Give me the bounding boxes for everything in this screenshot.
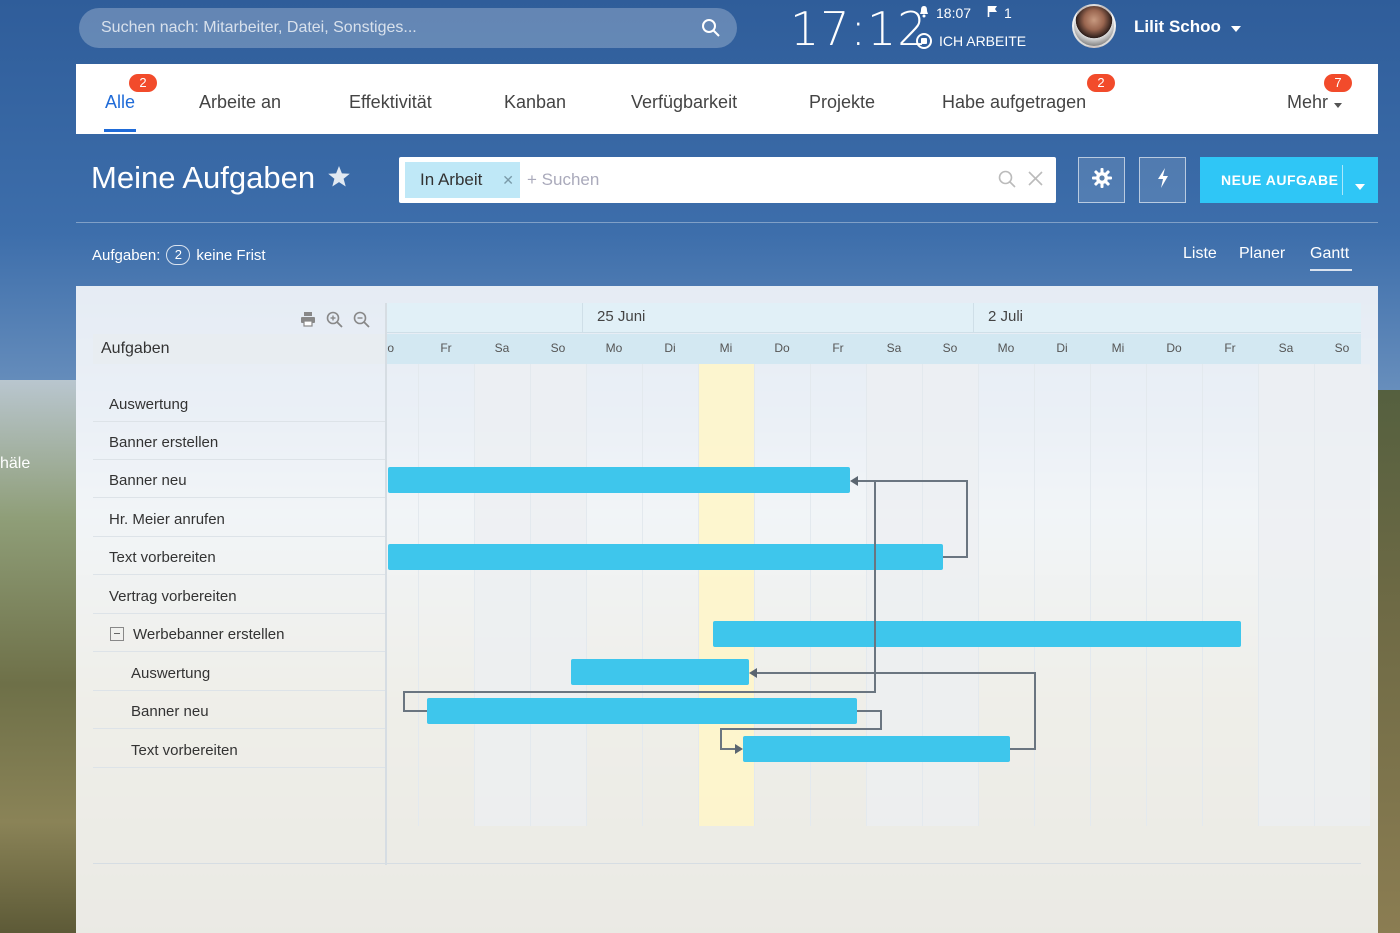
panel-footer-line xyxy=(93,863,1361,864)
dependency-lines xyxy=(403,476,1036,754)
